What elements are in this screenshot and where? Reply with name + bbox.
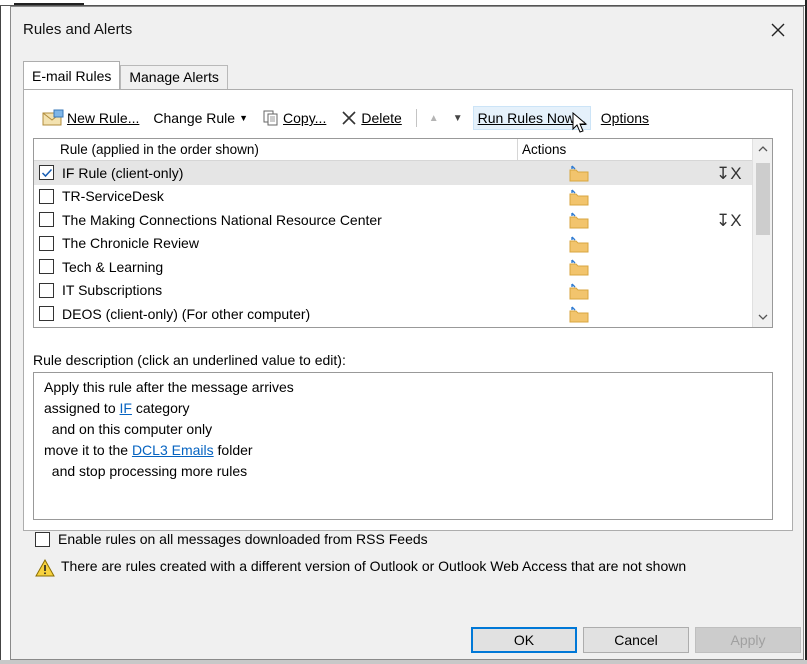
move-to-folder-icon — [568, 165, 590, 185]
flag-action-icon: ↧Χ — [716, 164, 742, 183]
rule-description-label: Rule description (click an underlined va… — [33, 352, 346, 368]
scroll-thumb[interactable] — [756, 163, 770, 235]
move-to-folder-icon — [568, 212, 590, 232]
arrow-up-icon: ▲ — [428, 112, 439, 124]
move-to-folder-icon — [568, 189, 590, 209]
close-button[interactable] — [763, 15, 793, 45]
rule-description-box: Apply this rule after the message arrive… — [33, 372, 773, 520]
rss-label: Enable rules on all messages downloaded … — [58, 531, 428, 547]
description-line: move it to the DCL3 Emails folder — [44, 440, 762, 461]
description-text: move it to the — [44, 442, 132, 458]
delete-label: Delete — [361, 110, 402, 126]
flag-action-icon: ↧Χ — [716, 211, 742, 230]
rule-row[interactable]: IT Subscriptions — [34, 279, 772, 303]
chevron-down-icon — [758, 314, 768, 320]
rules-list[interactable]: Rule (applied in the order shown) Action… — [33, 138, 773, 328]
description-line: and on this computer only — [44, 421, 213, 437]
move-to-folder-icon — [568, 306, 590, 326]
rule-row[interactable]: DEOS (client-only) (For other computer) — [34, 302, 772, 326]
change-rule-button[interactable]: Change Rule ▼ — [149, 106, 252, 130]
tab-manage-alerts[interactable]: Manage Alerts — [120, 65, 228, 89]
background-window-edge — [0, 0, 1, 664]
rule-name: IT Subscriptions — [62, 282, 163, 299]
mouse-cursor-icon — [572, 111, 588, 137]
copy-label: Copy... — [283, 110, 327, 126]
scroll-up-button[interactable] — [753, 139, 772, 159]
copy-button[interactable]: Copy... — [258, 106, 330, 130]
rules-and-alerts-dialog: Rules and Alerts E-mail Rules Manage Ale… — [10, 6, 804, 660]
rule-row[interactable]: Tech & Learning — [34, 255, 772, 279]
description-line: assigned to IF category — [44, 398, 762, 419]
rule-name: DEOS (client-only) (For other computer) — [62, 305, 311, 322]
close-icon — [771, 23, 785, 37]
delete-icon — [340, 109, 358, 127]
folder-link[interactable]: DCL3 Emails — [132, 442, 214, 458]
warning-message: There are rules created with a different… — [35, 557, 775, 581]
delete-button[interactable]: Delete — [336, 106, 405, 130]
rss-option: Enable rules on all messages downloaded … — [35, 531, 428, 547]
copy-icon — [262, 109, 280, 127]
move-down-button[interactable]: ▼ — [449, 106, 467, 130]
rule-checkbox[interactable] — [39, 165, 54, 181]
rule-name: Tech & Learning — [62, 258, 164, 275]
run-rules-now-label: Run Rules Now... — [477, 110, 586, 126]
dialog-title: Rules and Alerts — [23, 21, 133, 38]
move-to-folder-icon — [568, 283, 590, 303]
cancel-button[interactable]: Cancel — [583, 627, 689, 653]
warning-icon — [35, 557, 61, 581]
new-rule-icon — [42, 109, 64, 127]
tab-strip: E-mail Rules Manage Alerts — [23, 61, 228, 89]
rss-checkbox[interactable] — [35, 531, 50, 547]
rule-row[interactable]: IF Rule (client-only) ↧Χ — [34, 161, 772, 185]
move-to-folder-icon — [568, 259, 590, 279]
rule-name: TR-ServiceDesk — [62, 188, 164, 205]
arrow-down-icon: ▼ — [452, 112, 463, 124]
warning-text: There are rules created with a different… — [61, 558, 687, 574]
email-rules-panel: New Rule... Change Rule ▼ Copy... Delete — [23, 89, 793, 531]
rule-row[interactable]: TR-ServiceDesk — [34, 185, 772, 209]
rule-checkbox[interactable] — [39, 306, 54, 322]
rule-name: The Making Connections National Resource… — [62, 211, 382, 228]
rules-toolbar: New Rule... Change Rule ▼ Copy... Delete — [38, 104, 659, 132]
rule-checkbox[interactable] — [39, 259, 54, 275]
new-rule-label: New Rule... — [67, 110, 140, 126]
rule-row[interactable]: The Making Connections National Resource… — [34, 208, 772, 232]
description-line: Apply this rule after the message arrive… — [44, 379, 294, 395]
rules-list-header: Rule (applied in the order shown) Action… — [34, 139, 772, 161]
background-window-bottom — [0, 660, 807, 664]
rule-checkbox[interactable] — [39, 212, 54, 228]
description-text: assigned to — [44, 400, 120, 416]
options-button[interactable]: Options — [597, 106, 653, 130]
options-label: Options — [600, 110, 650, 126]
description-text: folder — [213, 442, 253, 458]
move-up-button[interactable]: ▲ — [425, 106, 443, 130]
move-to-folder-icon — [568, 236, 590, 256]
new-rule-button[interactable]: New Rule... — [38, 106, 143, 130]
dialog-buttons: OK Cancel Apply — [11, 627, 803, 655]
change-rule-label: Change Rule — [153, 110, 236, 126]
rules-list-scrollbar[interactable] — [752, 139, 772, 327]
apply-button[interactable]: Apply — [695, 627, 801, 653]
column-header-rule[interactable]: Rule (applied in the order shown) — [34, 139, 518, 160]
ok-button[interactable]: OK — [471, 627, 577, 653]
column-header-actions[interactable]: Actions — [518, 139, 748, 160]
rule-checkbox[interactable] — [39, 235, 54, 251]
rule-checkbox[interactable] — [39, 188, 54, 204]
rule-checkbox[interactable] — [39, 282, 54, 298]
description-line: and stop processing more rules — [44, 463, 248, 479]
scroll-down-button[interactable] — [753, 307, 772, 327]
rule-name: IF Rule (client-only) — [62, 164, 184, 181]
rule-row[interactable]: The Chronicle Review — [34, 232, 772, 256]
toolbar-separator — [415, 109, 417, 127]
dropdown-arrow-icon: ▼ — [239, 113, 249, 123]
tab-email-rules[interactable]: E-mail Rules — [23, 61, 121, 89]
chevron-up-icon — [758, 146, 768, 152]
description-text: category — [131, 400, 190, 416]
rule-name: The Chronicle Review — [62, 235, 199, 252]
checkmark-icon — [41, 169, 53, 178]
category-link[interactable]: IF — [120, 400, 132, 416]
